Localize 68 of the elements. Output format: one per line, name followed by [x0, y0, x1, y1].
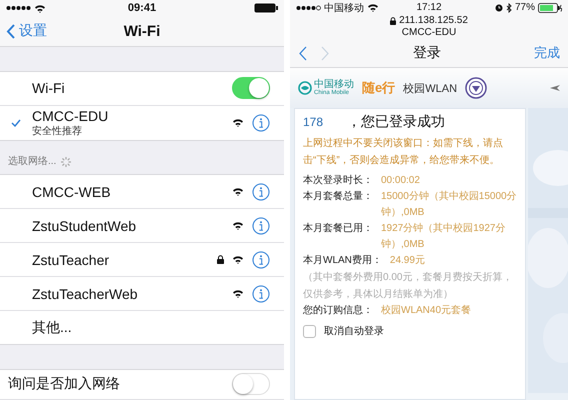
info-button[interactable] [252, 250, 270, 269]
checkbox-label: 取消自动登录 [324, 324, 384, 338]
chevron-icon [321, 46, 330, 60]
network-name[interactable]: ZstuTeacherWeb [32, 286, 224, 302]
detail-label: 本月套餐已用： [303, 222, 373, 236]
wifi-icon [232, 187, 244, 196]
bluetooth-icon [506, 2, 512, 12]
info-button[interactable] [252, 114, 270, 132]
chevron-icon [298, 46, 307, 60]
toggle-switch[interactable] [232, 373, 270, 396]
detail-value: 1927分钟（其中校园1927分钟）,0MB [381, 222, 506, 252]
alarm-icon [494, 4, 503, 12]
detail-label: 本月套餐总量： [303, 190, 373, 204]
back-button[interactable] [298, 46, 307, 60]
detail-value: 24.99元 [390, 254, 426, 268]
status-time: 17:12 [416, 2, 442, 13]
success-message: ，您已登录成功 [347, 113, 446, 131]
detail-value: 00:00:02 [381, 174, 421, 188]
checkbox[interactable] [303, 324, 316, 338]
carrier-name: 中国移动 [324, 2, 364, 14]
page-address: 211.138.125.52 [399, 15, 468, 27]
wifi-icon [367, 3, 379, 12]
campus-label: 校园WLAN [403, 82, 458, 96]
network-name: CMCC-EDU [400, 27, 458, 39]
wifi-icon [232, 289, 244, 298]
network-name[interactable]: ZstuTeacher [32, 252, 209, 268]
done-button[interactable]: 完成 [534, 44, 560, 62]
nav-title: 登录 [412, 44, 442, 62]
back-button[interactable]: 设置 [0, 22, 53, 40]
plane-icon [550, 84, 560, 92]
signal-icon [6, 5, 31, 12]
status-time: 09:41 [128, 2, 156, 14]
setting-label: Wi-Fi [32, 80, 66, 96]
wifi-icon [232, 255, 244, 264]
info-button[interactable] [252, 216, 270, 235]
swirl-icon [298, 81, 312, 95]
battery-icon [254, 3, 278, 14]
fee-note: （其中套餐外费用0.00元，套餐月费按天折算，仅供参考，具体以月结账单为准） [303, 270, 514, 302]
nav-title: Wi-Fi [122, 22, 162, 40]
signal-icon [296, 4, 321, 10]
network-name[interactable]: ZstuStudentWeb [32, 218, 224, 234]
wifi-icon [232, 221, 244, 230]
wifi-icon [232, 118, 244, 128]
spinner-icon [60, 156, 72, 168]
wifi-icon [34, 4, 46, 13]
detail-label: 您的订购信息： [303, 304, 373, 318]
notice-text: 上网过程中不要关闭该窗口：如需下线，请点击“下线”，否则会造成异常，给您带来不便。 [303, 136, 504, 168]
detail-label: 本次登录时长： [303, 174, 373, 188]
info-button[interactable] [252, 182, 270, 201]
toggle-switch[interactable] [232, 77, 270, 100]
detail-label: 本月WLAN费用： [303, 254, 382, 268]
network-subtitle: 安全性推荐 [32, 124, 83, 138]
lock-icon [390, 17, 396, 25]
setting-label: 询问是否加入网络 [8, 375, 121, 394]
detail-value: 校园WLAN40元套餐 [381, 304, 472, 318]
emblem-icon [465, 77, 488, 99]
detail-value: 15000分钟（其中校园15000分钟）,0MB [381, 190, 517, 220]
section-header: 选取网络... [8, 154, 56, 168]
slogan: 随e行 [362, 79, 396, 97]
other-network[interactable]: 其他... [32, 318, 270, 337]
info-button[interactable] [252, 284, 270, 303]
network-name: CMCC-EDU [32, 108, 110, 124]
battery-percent: 77% [514, 2, 535, 13]
brand-name: 中国移动 [314, 80, 354, 90]
chevron-icon [6, 24, 15, 39]
user-number: 178 [303, 115, 324, 129]
battery-icon [538, 2, 562, 12]
network-name[interactable]: CMCC-WEB [32, 184, 224, 200]
